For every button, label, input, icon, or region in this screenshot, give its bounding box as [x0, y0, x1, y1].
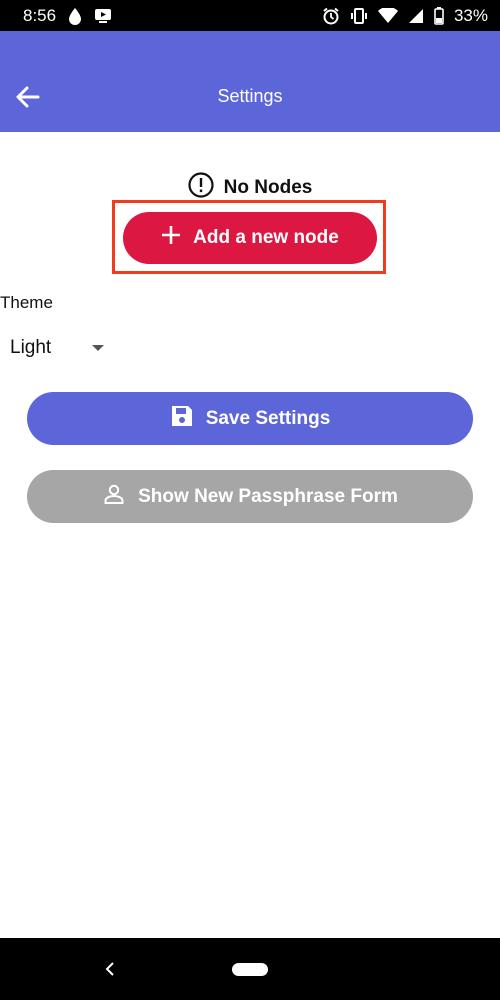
vibrate-icon — [350, 7, 368, 25]
caret-down-icon — [92, 345, 104, 351]
status-bar: 8:56 33% — [0, 0, 500, 31]
status-time: 8:56 — [23, 5, 57, 25]
tv-icon — [94, 8, 112, 24]
battery-percent: 33% — [453, 5, 488, 25]
battery-icon — [434, 6, 444, 25]
alarm-icon — [322, 7, 340, 25]
no-nodes-text: No Nodes — [223, 177, 313, 198]
show-passphrase-form-label: Show New Passphrase Form — [138, 485, 398, 507]
person-icon — [102, 482, 126, 512]
page-title: Settings — [217, 86, 283, 106]
theme-selected-value: Light — [10, 337, 52, 358]
add-node-button[interactable]: Add a new node — [123, 212, 377, 264]
wifi-icon — [377, 7, 398, 24]
floppy-disk-icon — [170, 404, 194, 434]
save-settings-button[interactable]: Save Settings — [27, 392, 473, 445]
app-bar: Settings — [0, 31, 500, 132]
save-settings-label: Save Settings — [205, 407, 331, 429]
system-nav-bar — [0, 938, 500, 1000]
nav-back-icon[interactable] — [104, 962, 116, 981]
nav-home-pill[interactable] — [232, 963, 268, 976]
drop-icon — [68, 7, 82, 25]
show-passphrase-form-button[interactable]: Show New Passphrase Form — [27, 470, 473, 523]
add-node-label: Add a new node — [193, 227, 339, 248]
plus-icon — [161, 225, 181, 251]
signal-icon — [408, 8, 424, 24]
theme-dropdown[interactable]: Light — [10, 336, 110, 360]
theme-label: Theme — [0, 293, 53, 312]
